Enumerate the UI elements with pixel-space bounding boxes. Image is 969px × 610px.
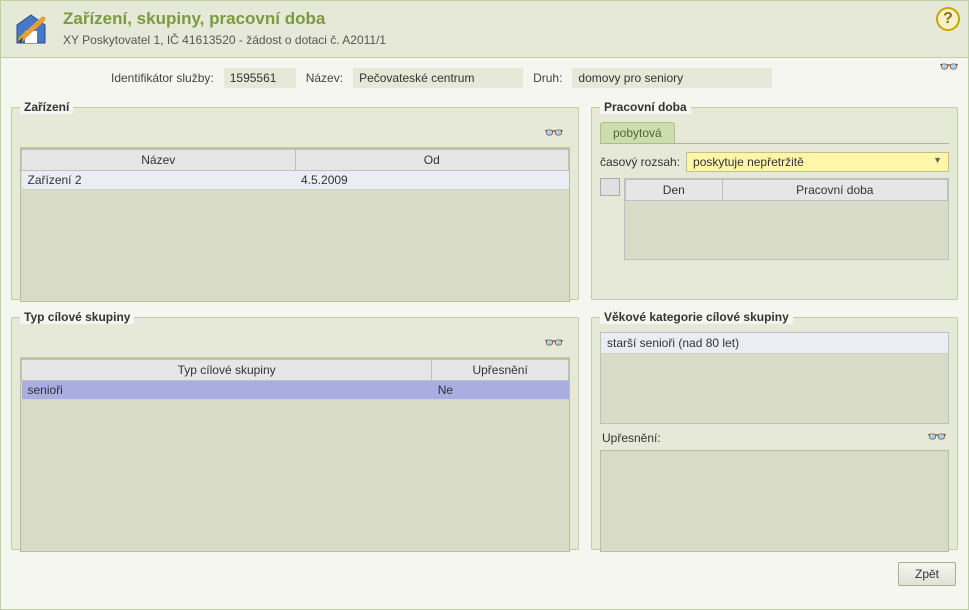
service-name-label: Název: [306, 71, 343, 85]
rozsah-label: časový rozsah: [600, 155, 680, 169]
zarizeni-legend: Zařízení [20, 100, 73, 114]
pracovni-doba-legend: Pracovní doba [600, 100, 691, 114]
service-type-value: domovy pro seniory [572, 68, 772, 88]
service-info-row: Identifikátor služby: 1595561 Název: Peč… [11, 68, 958, 88]
typ-cs-panel: Typ cílové skupiny 👓 Typ cílové skupiny … [11, 310, 579, 550]
header: Zařízení, skupiny, pracovní doba XY Posk… [1, 1, 968, 58]
zarizeni-table[interactable]: Název Od Zařízení 2 4.5.2009 [21, 149, 569, 190]
col-day: Den [626, 180, 723, 201]
typ-cs-table[interactable]: Typ cílové skupiny Upřesnění senioři Ne [21, 359, 569, 400]
service-id-label: Identifikátor služby: [111, 71, 214, 85]
service-name-value: Pečovateské centrum [353, 68, 523, 88]
expand-button[interactable] [600, 178, 620, 196]
vekove-list[interactable]: starší senioři (nad 80 let) [600, 332, 949, 424]
upresneni-textarea[interactable] [600, 450, 949, 552]
col-from: Od [295, 150, 569, 171]
typ-cs-legend: Typ cílové skupiny [20, 310, 134, 324]
page-subtitle: XY Poskytovatel 1, IČ 41613520 - žádost … [63, 33, 386, 47]
page-title: Zařízení, skupiny, pracovní doba [63, 9, 386, 29]
glasses-icon[interactable]: 👓 [544, 126, 564, 142]
back-button[interactable]: Zpět [898, 562, 956, 586]
col-hours: Pracovní doba [722, 180, 947, 201]
zarizeni-panel: Zařízení 👓 Název Od Zařízení 2 [11, 100, 579, 300]
rozsah-dropdown[interactable]: poskytuje nepřetržitě [686, 152, 949, 172]
col-type: Typ cílové skupiny [22, 360, 432, 381]
glasses-icon[interactable]: 👓 [939, 60, 959, 76]
pracovni-doba-table[interactable]: Den Pracovní doba [625, 179, 948, 201]
col-name: Název [22, 150, 296, 171]
service-type-label: Druh: [533, 71, 562, 85]
table-row[interactable]: senioři Ne [22, 381, 569, 400]
table-row[interactable]: Zařízení 2 4.5.2009 [22, 171, 569, 190]
col-upresneni: Upřesnění [432, 360, 569, 381]
glasses-icon[interactable]: 👓 [544, 336, 564, 352]
help-icon[interactable]: ? [936, 7, 960, 31]
app-icon [11, 9, 51, 49]
service-id-value: 1595561 [224, 68, 296, 88]
glasses-icon[interactable]: 👓 [927, 430, 947, 446]
vekove-panel: Věkové kategorie cílové skupiny starší s… [591, 310, 958, 550]
pracovni-doba-panel: Pracovní doba pobytová časový rozsah: po… [591, 100, 958, 300]
list-item[interactable]: starší senioři (nad 80 let) [601, 333, 948, 354]
tab-pobytova[interactable]: pobytová [600, 122, 675, 143]
upresneni-label: Upřesnění: [602, 431, 661, 445]
vekove-legend: Věkové kategorie cílové skupiny [600, 310, 793, 324]
